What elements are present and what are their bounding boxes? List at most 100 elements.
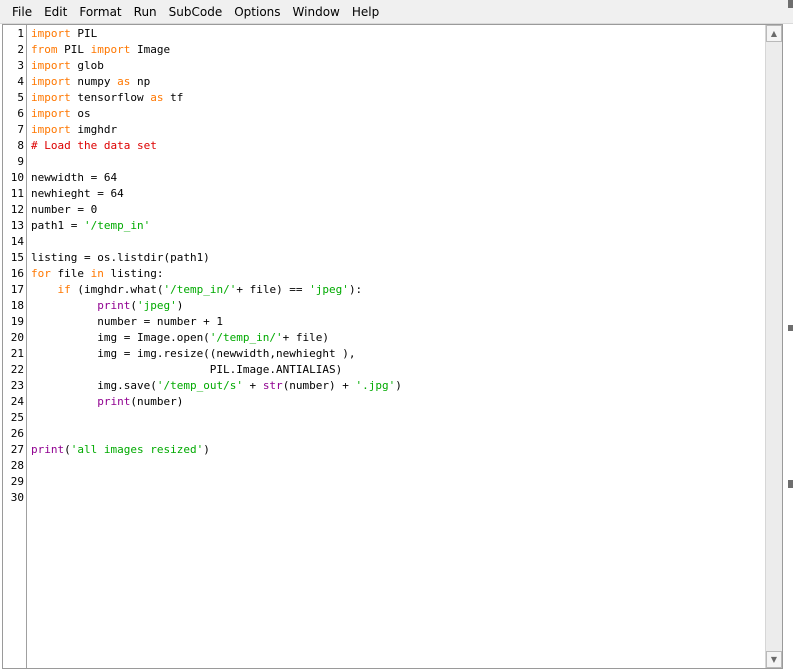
line-number: 20 xyxy=(10,331,24,344)
code-line: newhieght = 64 xyxy=(31,186,124,202)
menu-edit[interactable]: Edit xyxy=(38,0,73,24)
line-number: 1 xyxy=(17,27,24,40)
line-number: 22 xyxy=(10,363,24,376)
code-token: in xyxy=(90,267,104,280)
line-number: 28 xyxy=(10,459,24,472)
code-token: '/temp_in/' xyxy=(209,331,283,344)
code-line: img.save('/temp_out/s' + str(number) + '… xyxy=(31,378,402,394)
menu-bar: File Edit Format Run SubCode Options Window Hel… xyxy=(0,0,793,24)
triangle-down-icon: ▼ xyxy=(770,655,778,664)
code-line: listing = os.listdir(path1) xyxy=(31,250,210,266)
code-token: if xyxy=(57,283,71,296)
code-token: import xyxy=(31,91,71,104)
code-line: img = Image.open('/temp_in/'+ file) xyxy=(31,330,329,346)
code-line: print('all images resized') xyxy=(31,442,210,458)
code-token: (number) xyxy=(130,395,184,408)
menu-window[interactable]: Window xyxy=(287,0,346,24)
code-token: ) xyxy=(176,299,184,312)
code-token: newhieght = 64 xyxy=(31,187,124,200)
code-token: for xyxy=(31,267,51,280)
code-token: + file) xyxy=(282,331,330,344)
line-number-gutter: 1 2 3 4 5 6 7 8 9 10 11 12 13 14 15 16 17 18 19 20 21 22 23 24 2… xyxy=(3,25,27,668)
code-token: print xyxy=(97,395,131,408)
menu-help[interactable]: Help xyxy=(346,0,385,24)
code-token: path1 = xyxy=(31,219,84,232)
menu-subcode[interactable]: SubCode xyxy=(163,0,229,24)
code-token: listing: xyxy=(103,267,164,280)
line-number: 24 xyxy=(10,395,24,408)
code-line: if (imghdr.what('/temp_in/'+ file) == 'j… xyxy=(31,282,363,298)
code-token: 'jpeg' xyxy=(309,283,349,296)
code-token: ( xyxy=(130,299,137,312)
code-token: '/temp_in/' xyxy=(163,283,237,296)
code-line: import os xyxy=(31,106,91,122)
menu-options[interactable]: Options xyxy=(228,0,286,24)
code-token: np xyxy=(130,75,151,88)
background-window-edge xyxy=(788,325,793,331)
code-line: import numpy as np xyxy=(31,74,150,90)
menu-file[interactable]: File xyxy=(6,0,38,24)
line-number: 7 xyxy=(17,123,24,136)
code-token: listing = os.listdir(path1) xyxy=(31,251,210,264)
code-token: img.save( xyxy=(31,379,157,392)
code-token: str xyxy=(262,379,283,392)
line-number: 16 xyxy=(10,267,24,280)
scroll-up-button[interactable]: ▲ xyxy=(766,25,782,42)
code-line: import glob xyxy=(31,58,104,74)
line-number: 2 xyxy=(17,43,24,56)
code-token: from xyxy=(31,43,58,56)
code-token: ): xyxy=(348,283,363,296)
code-token: file xyxy=(50,267,91,280)
code-token: + file) == xyxy=(236,283,310,296)
background-window-edge xyxy=(788,480,793,488)
line-number: 25 xyxy=(10,411,24,424)
line-number: 5 xyxy=(17,91,24,104)
code-editor[interactable]: 1 2 3 4 5 6 7 8 9 10 11 12 13 14 15 16 17 18 19 20 21 22 23 24 2… xyxy=(2,24,783,669)
code-token: PIL xyxy=(70,27,98,40)
code-token: # Load the data set xyxy=(31,139,157,152)
code-token: imghdr xyxy=(70,123,118,136)
code-token: print xyxy=(31,443,65,456)
code-token: '/temp_out/s' xyxy=(156,379,243,392)
code-token: number = number + 1 xyxy=(31,315,224,328)
code-line: img = img.resize((newwidth,newhieght ), xyxy=(31,346,355,362)
line-number: 11 xyxy=(10,187,24,200)
code-token: Image xyxy=(130,43,171,56)
code-line: print(number) xyxy=(31,394,183,410)
scroll-down-button[interactable]: ▼ xyxy=(766,651,782,668)
line-number: 21 xyxy=(10,347,24,360)
code-token: import xyxy=(31,75,71,88)
menu-format[interactable]: Format xyxy=(73,0,127,24)
code-token: (number) + xyxy=(282,379,356,392)
code-line: print('jpeg') xyxy=(31,298,183,314)
line-number: 9 xyxy=(17,155,24,168)
code-token: '.jpg' xyxy=(355,379,396,392)
line-number: 12 xyxy=(10,203,24,216)
code-line: from PIL import Image xyxy=(31,42,170,58)
line-number: 4 xyxy=(17,75,24,88)
code-token: tf xyxy=(163,91,184,104)
code-token: '/temp_in' xyxy=(83,219,151,232)
code-token: PIL xyxy=(57,43,91,56)
code-token: print xyxy=(97,299,131,312)
code-token: 'all images resized' xyxy=(70,443,204,456)
code-line: import imghdr xyxy=(31,122,117,138)
code-token: img = Image.open( xyxy=(31,331,210,344)
code-line: number = number + 1 xyxy=(31,314,223,330)
line-number: 10 xyxy=(10,171,24,184)
code-token: number = 0 xyxy=(31,203,98,216)
code-token: glob xyxy=(70,59,104,72)
line-number: 17 xyxy=(10,283,24,296)
code-token: tensorflow xyxy=(70,91,151,104)
vertical-scrollbar[interactable]: ▲ ▼ xyxy=(765,25,782,668)
code-token: (imghdr.what( xyxy=(70,283,164,296)
triangle-up-icon: ▲ xyxy=(770,29,778,38)
line-number: 29 xyxy=(10,475,24,488)
line-number: 26 xyxy=(10,427,24,440)
code-token: import xyxy=(31,123,71,136)
menu-run[interactable]: Run xyxy=(128,0,163,24)
code-token: ) xyxy=(395,379,402,392)
